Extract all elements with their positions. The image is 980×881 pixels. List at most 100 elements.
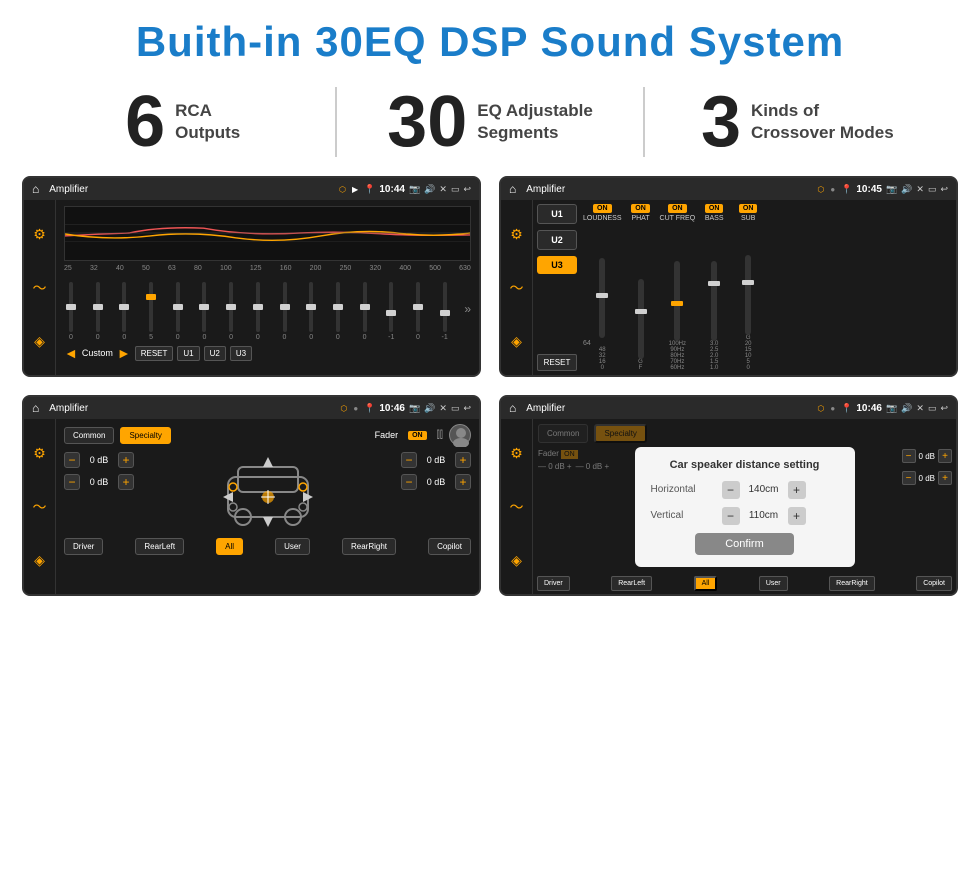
eq-u3-btn[interactable]: U3 [230,346,252,361]
dialog-driver-btn[interactable]: Driver [537,576,570,591]
cutfreq-on-btn[interactable]: ON [668,204,687,213]
eq-slider-0[interactable]: 0 [64,282,78,341]
fader-minus-2[interactable]: − [64,474,80,490]
fader-all-btn[interactable]: All [216,538,243,555]
dialog-body: ⚙ 〜 ◈ Common Specialty Fader ON — 0 dB +… [501,419,956,594]
fader-minus-1[interactable]: − [64,452,80,468]
dialog-horizontal-minus[interactable]: − [722,481,740,499]
channel-cutfreq: ON CUT FREQ 100Hz90Hz80Hz70Hz60Hz [660,204,696,371]
dialog-confirm-btn[interactable]: Confirm [695,533,794,555]
eq-slider-10[interactable]: 0 [331,282,345,341]
dialog-all-btn[interactable]: All [694,576,718,591]
close-icon-2[interactable]: ✕ [916,184,924,195]
fader-filter-icon[interactable]: ⚙ [33,445,46,462]
sub-on-btn[interactable]: ON [739,204,758,213]
dialog-db2-plus[interactable]: + [938,471,952,485]
stats-row: 6 RCA Outputs 30 EQ Adjustable Segments … [0,76,980,176]
eq-speaker-icon[interactable]: ◈ [34,333,45,350]
home-icon-2[interactable]: ⌂ [509,182,516,196]
dialog-vertical-plus[interactable]: + [788,507,806,525]
crossover-u2-btn[interactable]: U2 [537,230,577,250]
eq-reset-btn[interactable]: RESET [135,346,174,361]
dialog-db1-minus[interactable]: − [902,449,916,463]
dialog-db1-plus[interactable]: + [938,449,952,463]
eq-u1-btn[interactable]: U1 [177,346,199,361]
fader-plus-2[interactable]: + [118,474,134,490]
dialog-vertical-minus[interactable]: − [722,507,740,525]
fader-wave-icon[interactable]: 〜 [33,497,47,517]
eq-slider-7[interactable]: 0 [251,282,265,341]
eq-slider-5[interactable]: 0 [197,282,211,341]
fader-plus-4[interactable]: + [455,474,471,490]
fader-rearright-btn[interactable]: RearRight [342,538,396,555]
close-icon-4[interactable]: ✕ [916,403,924,414]
dialog-db2-minus[interactable]: − [902,471,916,485]
back-icon[interactable]: ↩ [463,184,471,195]
dialog-copilot-btn[interactable]: Copilot [916,576,952,591]
fader-minus-3[interactable]: − [401,452,417,468]
eq-slider-3[interactable]: 5 [144,282,158,341]
eq-filter-icon[interactable]: ⚙ [33,226,46,243]
fader-copilot-btn[interactable]: Copilot [428,538,471,555]
dialog-speaker-icon[interactable]: ◈ [511,552,522,569]
close-icon-3[interactable]: ✕ [439,403,447,414]
dialog-rearleft-btn[interactable]: RearLeft [611,576,652,591]
eq-sliders: 0 0 0 5 0 0 0 0 0 0 0 0 -1 0 -1 » [64,276,471,341]
crossover-speaker-icon[interactable]: ◈ [511,333,522,350]
crossover-wave-icon[interactable]: 〜 [510,278,524,298]
fader-common-btn[interactable]: Common [64,427,114,444]
fader-driver-btn[interactable]: Driver [64,538,103,555]
dialog-horizontal-plus[interactable]: + [788,481,806,499]
eq-slider-6[interactable]: 0 [224,282,238,341]
stat-divider-1 [335,87,337,157]
back-icon-2[interactable]: ↩ [940,184,948,195]
dialog-filter-icon[interactable]: ⚙ [510,445,523,462]
crossover-topbar-icons: 📍 10:45 📷 🔊 ✕ ▭ ↩ [841,184,948,195]
volume-icon-4: 🔊 [901,403,912,414]
fader-rearleft-btn[interactable]: RearLeft [135,538,184,555]
fader-db-val-3: 0 dB [421,455,451,465]
fader-plus-1[interactable]: + [118,452,134,468]
eq-slider-9[interactable]: 0 [304,282,318,341]
dialog-rearright-btn[interactable]: RearRight [829,576,875,591]
eq-wave-icon[interactable]: 〜 [33,278,47,298]
eq-slider-11[interactable]: 0 [358,282,372,341]
eq-u2-btn[interactable]: U2 [204,346,226,361]
eq-slider-4[interactable]: 0 [171,282,185,341]
loudness-on-btn[interactable]: ON [593,204,612,213]
fader-avatar[interactable] [449,424,471,446]
eq-slider-8[interactable]: 0 [278,282,292,341]
fader-on-badge[interactable]: ON [408,431,427,440]
eq-slider-14[interactable]: -1 [438,282,452,341]
fader-minus-4[interactable]: − [401,474,417,490]
eq-scroll-right[interactable]: » [464,302,471,316]
fader-speaker-icon[interactable]: ◈ [34,552,45,569]
phat-on-btn[interactable]: ON [631,204,650,213]
crossover-u3-btn[interactable]: U3 [537,256,577,274]
fader-plus-3[interactable]: + [455,452,471,468]
close-icon[interactable]: ✕ [439,184,447,195]
cutfreq-label: CUT FREQ [660,215,696,222]
eq-slider-1[interactable]: 0 [91,282,105,341]
crossover-filter-icon[interactable]: ⚙ [510,226,523,243]
fader-label: Fader [375,430,399,440]
eq-prev-btn[interactable]: ◄ [64,345,78,361]
eq-slider-13[interactable]: 0 [411,282,425,341]
crossover-channels: ON LOUDNESS 64 4832160 ON PHAT [583,204,952,371]
dialog-wave-icon[interactable]: 〜 [510,497,524,517]
fader-specialty-btn[interactable]: Specialty [120,427,170,444]
eq-slider-12[interactable]: -1 [384,282,398,341]
bass-on-btn[interactable]: ON [705,204,724,213]
stat-crossover-number: 3 [701,86,741,158]
home-icon-4[interactable]: ⌂ [509,401,516,415]
home-icon-3[interactable]: ⌂ [32,401,39,415]
eq-next-btn[interactable]: ► [117,345,131,361]
back-icon-4[interactable]: ↩ [940,403,948,414]
fader-user-btn[interactable]: User [275,538,310,555]
crossover-u1-btn[interactable]: U1 [537,204,577,224]
home-icon[interactable]: ⌂ [32,182,39,196]
back-icon-3[interactable]: ↩ [463,403,471,414]
crossover-reset-btn[interactable]: RESET [537,354,577,371]
dialog-user-btn[interactable]: User [759,576,788,591]
eq-slider-2[interactable]: 0 [117,282,131,341]
